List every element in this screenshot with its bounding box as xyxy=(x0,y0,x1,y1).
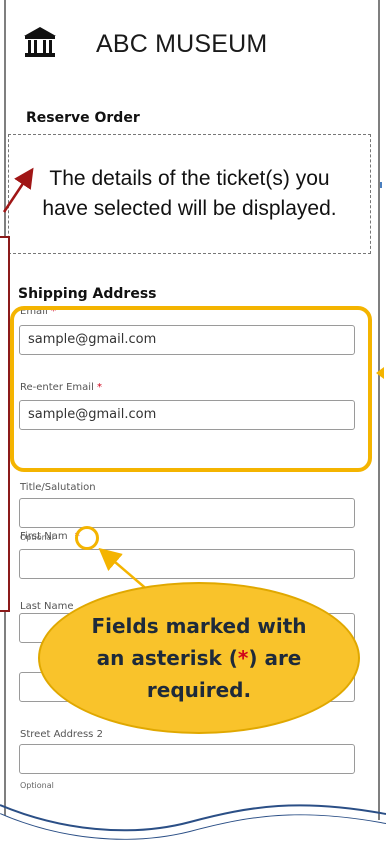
required-fields-callout: Fields marked with an asterisk (*) are r… xyxy=(38,582,360,734)
red-arrow-icon xyxy=(2,167,34,213)
